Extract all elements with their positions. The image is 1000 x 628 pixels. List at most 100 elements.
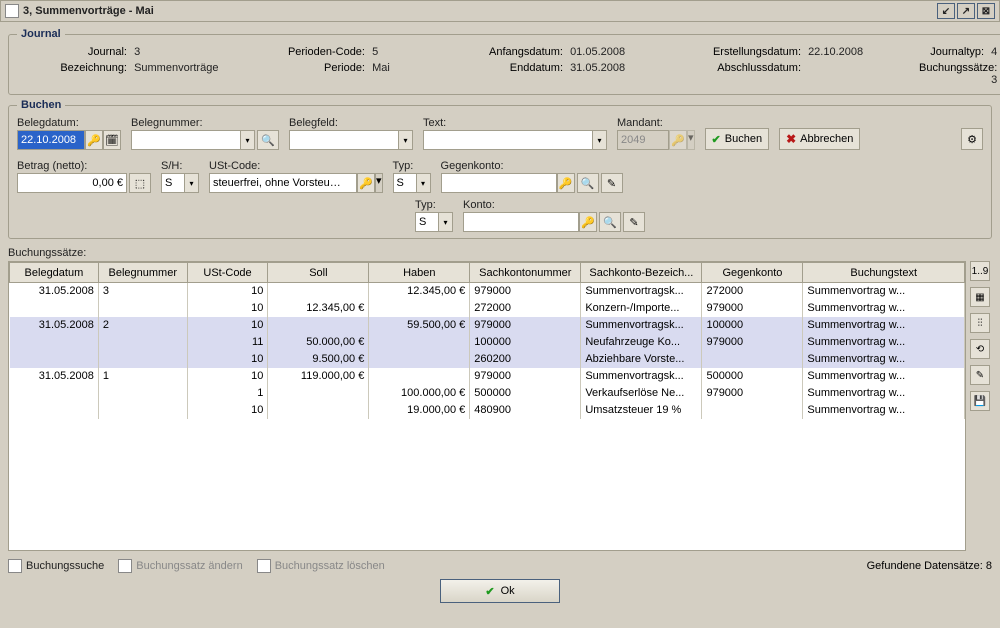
text-dropdown-arrow[interactable]: ▾ [593,130,607,150]
value-pcode: 5 [372,46,378,58]
tool-link-icon[interactable]: ⟲ [970,339,990,359]
search-icon[interactable]: 🔍 [257,130,279,150]
col-3[interactable]: Soll [268,263,369,283]
input-typ1[interactable]: S [393,173,417,193]
buchen-fieldset: Buchen Belegdatum: 22.10.2008 🔑 🗓 Belegn… [8,99,992,239]
label-text: Text: [423,117,607,129]
belegnr-dropdown-arrow[interactable]: ▾ [241,130,255,150]
gegen-edit-icon[interactable]: ✎ [601,173,623,193]
col-6[interactable]: Sachkonto-Bezeich... [581,263,702,283]
value-start: 01.05.2008 [570,46,625,58]
value-bez: Summenvorträge [134,62,218,74]
input-betrag[interactable]: 0,00 € [17,173,127,193]
abbrechen-button[interactable]: ✖Abbrechen [779,128,860,150]
table-row[interactable]: 1100.000,00 €500000Verkaufserlöse Ne...9… [10,385,965,402]
gegen-search-icon[interactable]: 🔍 [577,173,599,193]
calc-icon[interactable]: ⬚ [129,173,151,193]
calendar-icon[interactable]: 🗓 [103,130,121,150]
label-typ2: Typ: [415,199,453,211]
label-belegdatum: Belegdatum: [17,117,121,129]
typ2-dropdown-arrow[interactable]: ▾ [439,212,453,232]
col-5[interactable]: Sachkontonummer [470,263,581,283]
table-label: Buchungssätze: [8,247,992,259]
document-icon [5,4,19,18]
label-sh: S/H: [161,160,199,172]
col-0[interactable]: Belegdatum [10,263,99,283]
value-end: 31.05.2008 [570,62,625,74]
tool-columns-icon[interactable]: ▦ [970,287,990,307]
col-2[interactable]: USt-Code [187,263,268,283]
title-bar: 3, Summenvorträge - Mai ↙ ↗ ⊠ [0,0,1000,22]
table-row[interactable]: 109.500,00 €260200Abziehbare Vorste...Su… [10,351,965,368]
side-toolbar: 1..9 ▦ ⫶⫶ ⟲ ✎ 💾 [970,261,992,551]
label-bez: Bezeichnung: [17,62,127,74]
link-edit: Buchungssatz ändern [118,559,242,573]
label-close: Abschlussdatum: [681,62,801,74]
gegen-key-icon[interactable]: 🔑 [557,173,575,193]
maximize-button[interactable]: ↗ [957,3,975,19]
input-ust[interactable]: steuerfrei, ohne Vorsteu… [209,173,357,193]
sh-dropdown-arrow[interactable]: ▾ [185,173,199,193]
input-belegfeld[interactable] [289,130,399,150]
bookings-table: BelegdatumBelegnummerUSt-CodeSollHabenSa… [9,262,965,419]
mandant-key-icon: 🔑 [669,130,687,150]
buchen-legend: Buchen [17,99,65,111]
col-1[interactable]: Belegnummer [98,263,187,283]
input-typ2[interactable]: S [415,212,439,232]
input-text[interactable] [423,130,593,150]
label-ust: USt-Code: [209,160,383,172]
buchen-button[interactable]: ✔Buchen [705,128,770,150]
edit-small-icon [118,559,132,573]
tool-save-icon[interactable]: 💾 [970,391,990,411]
table-row[interactable]: 1012.345,00 €272000Konzern-/Importe...97… [10,300,965,317]
label-belegfeld: Belegfeld: [289,117,413,129]
col-4[interactable]: Haben [369,263,470,283]
label-journal: Journal: [17,46,127,58]
konto-search-icon[interactable]: 🔍 [599,212,621,232]
input-konto[interactable] [463,212,579,232]
minimize-button[interactable]: ↙ [937,3,955,19]
ust-dropdown-arrow[interactable]: ▾ [375,173,383,193]
mandant-dropdown-arrow: ▾ [687,130,695,150]
table-area[interactable]: BelegdatumBelegnummerUSt-CodeSollHabenSa… [8,261,966,551]
label-rows: Buchungssätze: [919,62,997,74]
value-rows: 3 [991,74,997,86]
key-icon[interactable]: 🔑 [85,130,103,150]
belegfeld-dropdown-arrow[interactable]: ▾ [399,130,413,150]
label-periode: Periode: [255,62,365,74]
input-gegen[interactable] [441,173,557,193]
tool-refresh-icon[interactable]: ✎ [970,365,990,385]
col-8[interactable]: Buchungstext [803,263,965,283]
col-7[interactable]: Gegenkonto [702,263,803,283]
input-belegnr[interactable] [131,130,241,150]
input-belegdatum[interactable]: 22.10.2008 [17,130,85,150]
ok-check-icon: ✔ [485,585,494,598]
link-buchungssuche[interactable]: Buchungssuche [8,559,104,573]
config-icon[interactable]: ⚙ [961,128,983,150]
label-create: Erstellungsdatum: [681,46,801,58]
konto-key-icon[interactable]: 🔑 [579,212,597,232]
value-journal: 3 [134,46,140,58]
ok-button[interactable]: ✔Ok [440,579,560,603]
input-mandant: 2049 [617,130,669,150]
typ1-dropdown-arrow[interactable]: ▾ [417,173,431,193]
table-row[interactable]: 31.05.200821059.500,00 €979000Summenvort… [10,317,965,334]
search-small-icon [8,559,22,573]
x-icon: ✖ [786,132,796,146]
journal-fieldset: Journal Journal: 3 Perioden-Code: 5 Anfa… [8,28,1000,95]
ust-key-icon[interactable]: 🔑 [357,173,375,193]
table-row[interactable]: 31.05.2008110119.000,00 €979000Summenvor… [10,368,965,385]
close-button[interactable]: ⊠ [977,3,995,19]
value-type: 4 [991,46,997,58]
found-records: Gefundene Datensätze: 8 [867,560,992,572]
label-gegen: Gegenkonto: [441,160,623,172]
konto-edit-icon[interactable]: ✎ [623,212,645,232]
label-pcode: Perioden-Code: [255,46,365,58]
table-row[interactable]: 1150.000,00 €100000Neufahrzeuge Ko...979… [10,334,965,351]
label-end: Enddatum: [453,62,563,74]
table-row[interactable]: 1019.000,00 €480900Umsatzsteuer 19 %Summ… [10,402,965,419]
tool-split-icon[interactable]: ⫶⫶ [970,313,990,333]
input-sh[interactable]: S [161,173,185,193]
table-row[interactable]: 31.05.200831012.345,00 €979000Summenvort… [10,283,965,300]
tool-sequence-icon[interactable]: 1..9 [970,261,990,281]
